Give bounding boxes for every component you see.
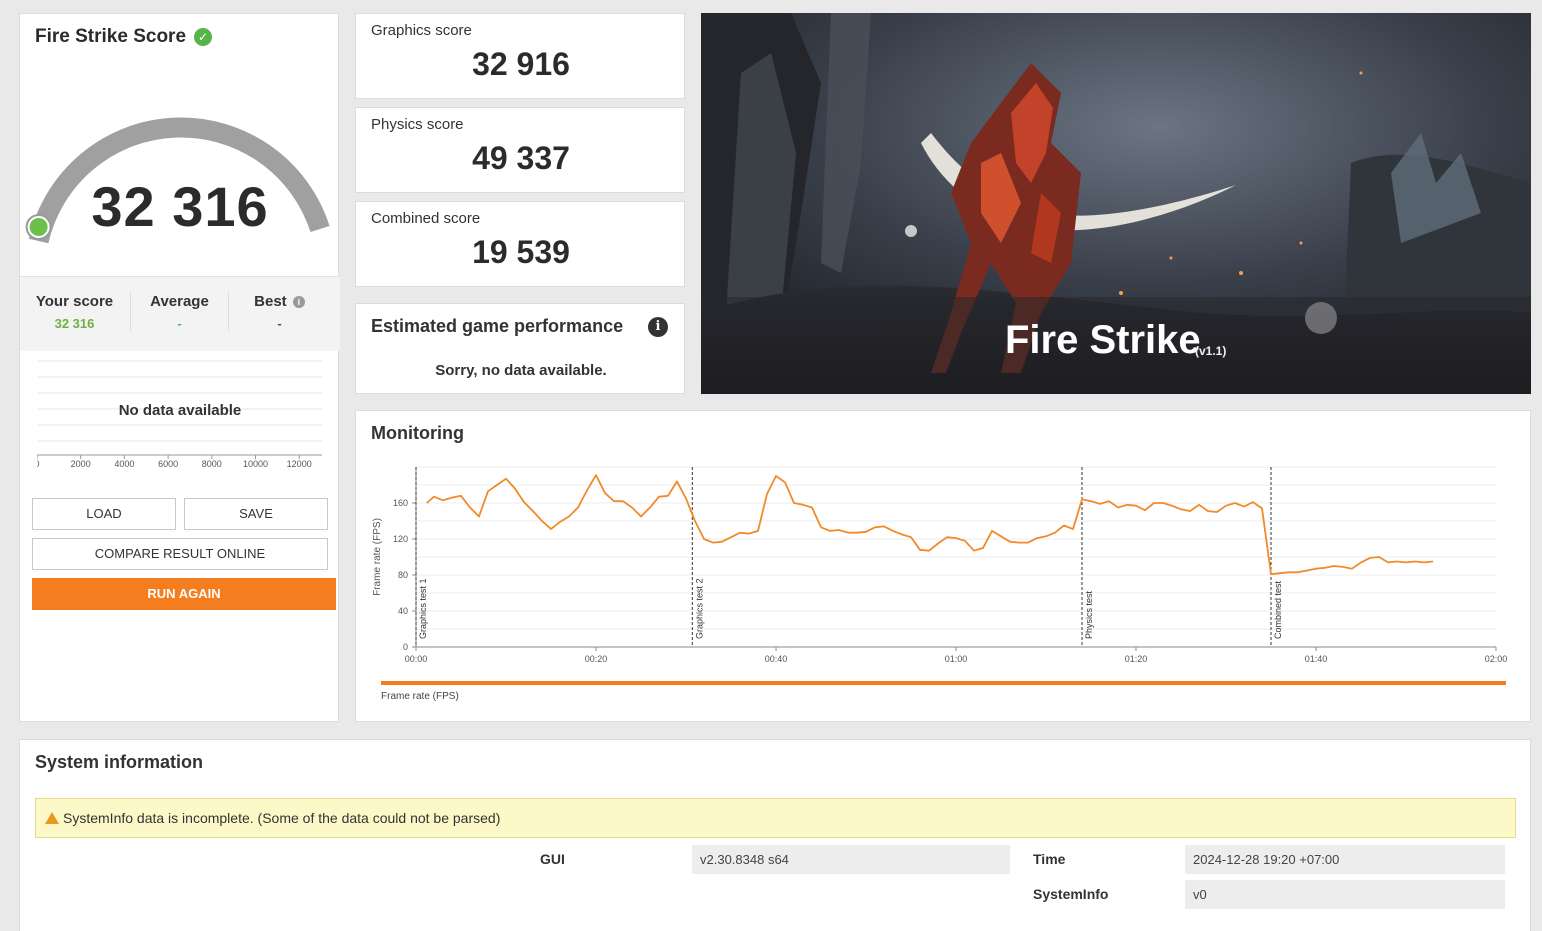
load-button[interactable]: LOAD [32,498,176,530]
average-value: - [177,316,182,331]
your-score-stat: Your score 32 316 [27,293,122,331]
mon-x-tick-label: 00:20 [585,654,608,664]
estimated-game-performance-card: Estimated game performance i Sorry, no d… [355,303,685,394]
dist-tick-label: 6000 [158,459,178,469]
info-icon[interactable]: i [648,317,668,337]
score-stats: Your score 32 316 Average - Best i - [20,276,340,351]
score-title: Fire Strike Score ✓ [35,26,213,48]
mon-y-tick-label: 40 [398,606,408,616]
mon-y-axis-label: Frame rate (FPS) [372,518,383,596]
monitoring-panel: Monitoring 0 40 80 120 160 00:00 00:20 00:40 01:… [355,410,1531,722]
no-data-text: No data available [118,402,242,419]
save-button[interactable]: SAVE [184,498,328,530]
frame-rate-legend-bar[interactable] [381,681,1506,685]
mon-x-tick-label: 01:40 [1305,654,1328,664]
physics-score-card: Physics score 49 337 [355,107,685,193]
main-score: 32 316 [91,175,269,238]
mon-x-tick-label: 01:20 [1125,654,1148,664]
time-label: Time [1033,851,1066,867]
gui-value: v2.30.8348 s64 [692,845,1010,874]
score-title-text: Fire Strike Score [35,26,187,47]
compare-result-online-button[interactable]: COMPARE RESULT ONLINE [32,538,328,570]
dist-tick-label: 10000 [243,459,268,469]
mon-test-marker-label: Physics test [1084,590,1094,639]
dist-tick-label: 12000 [287,459,312,469]
graphics-score-card: Graphics score 32 916 [355,13,685,99]
dist-tick-label: 0 [37,459,40,469]
mon-y-tick-label: 160 [393,498,408,508]
dist-tick-label: 4000 [114,459,134,469]
combined-score-card: Combined score 19 539 [355,201,685,287]
score-gauge [25,117,330,244]
info-icon[interactable]: i [292,296,305,308]
graphics-score-label: Graphics score [371,22,472,39]
warning-icon [45,812,59,824]
dist-tick-label: 2000 [71,459,91,469]
mon-x-tick-label: 00:00 [405,654,428,664]
best-value: - [277,316,282,331]
system-information-panel: System information SystemInfo data is in… [19,739,1531,931]
frame-rate-legend-label: Frame rate (FPS) [381,691,459,702]
physics-score-value: 49 337 [472,140,570,176]
frame-rate-line [426,474,1434,576]
your-score-label: Your score [35,293,114,310]
average-stat: Average - [132,293,227,331]
dist-tick-label: 8000 [202,459,222,469]
graphics-score-value: 32 916 [472,46,570,82]
fire-strike-score-panel: Fire Strike Score ✓ 32 316 Your score 32… [19,13,340,722]
game-performance-message: Sorry, no data available. [435,362,607,379]
mon-y-tick-label: 80 [398,570,408,580]
physics-score-label: Physics score [371,116,464,133]
frame-rate-chart: 0 40 80 120 160 00:00 00:20 00:40 01:00 01:20 01:4… [372,466,1508,664]
mon-test-marker-label: Graphics test 2 [694,578,704,639]
warning-text: SystemInfo data is incomplete. (Some of … [63,810,501,826]
gui-label: GUI [540,851,565,867]
fire-strike-hero-image: Fire Strike (v1.1) [701,13,1531,394]
systeminfo-label: SystemInfo [1033,886,1109,902]
your-score-value: 32 316 [54,316,95,331]
run-again-button[interactable]: RUN AGAIN [32,578,336,610]
mon-y-tick-label: 120 [393,534,408,544]
systeminfo-warning: SystemInfo data is incomplete. (Some of … [35,798,1516,838]
mon-test-marker-label: Combined test [1273,580,1283,639]
average-label: Average [150,293,209,310]
hero-title: Fire Strike [1005,318,1201,362]
hero-version: (v1.1) [1195,344,1227,358]
mon-y-tick-label: 0 [403,642,408,652]
game-performance-title: Estimated game performance [371,316,624,336]
mon-x-tick-label: 02:00 [1485,654,1508,664]
best-stat: Best i - [232,293,327,331]
best-label: Best [254,293,287,310]
combined-score-label: Combined score [371,210,481,227]
system-information-title: System information [35,752,204,772]
check-icon: ✓ [194,28,213,46]
systeminfo-value: v0 [1185,880,1505,909]
time-value: 2024-12-28 19:20 +07:00 [1185,845,1505,874]
mon-test-marker-label: Graphics test 1 [418,578,428,639]
mon-x-tick-label: 01:00 [945,654,968,664]
mon-x-tick-label: 00:40 [765,654,788,664]
combined-score-value: 19 539 [472,234,570,270]
